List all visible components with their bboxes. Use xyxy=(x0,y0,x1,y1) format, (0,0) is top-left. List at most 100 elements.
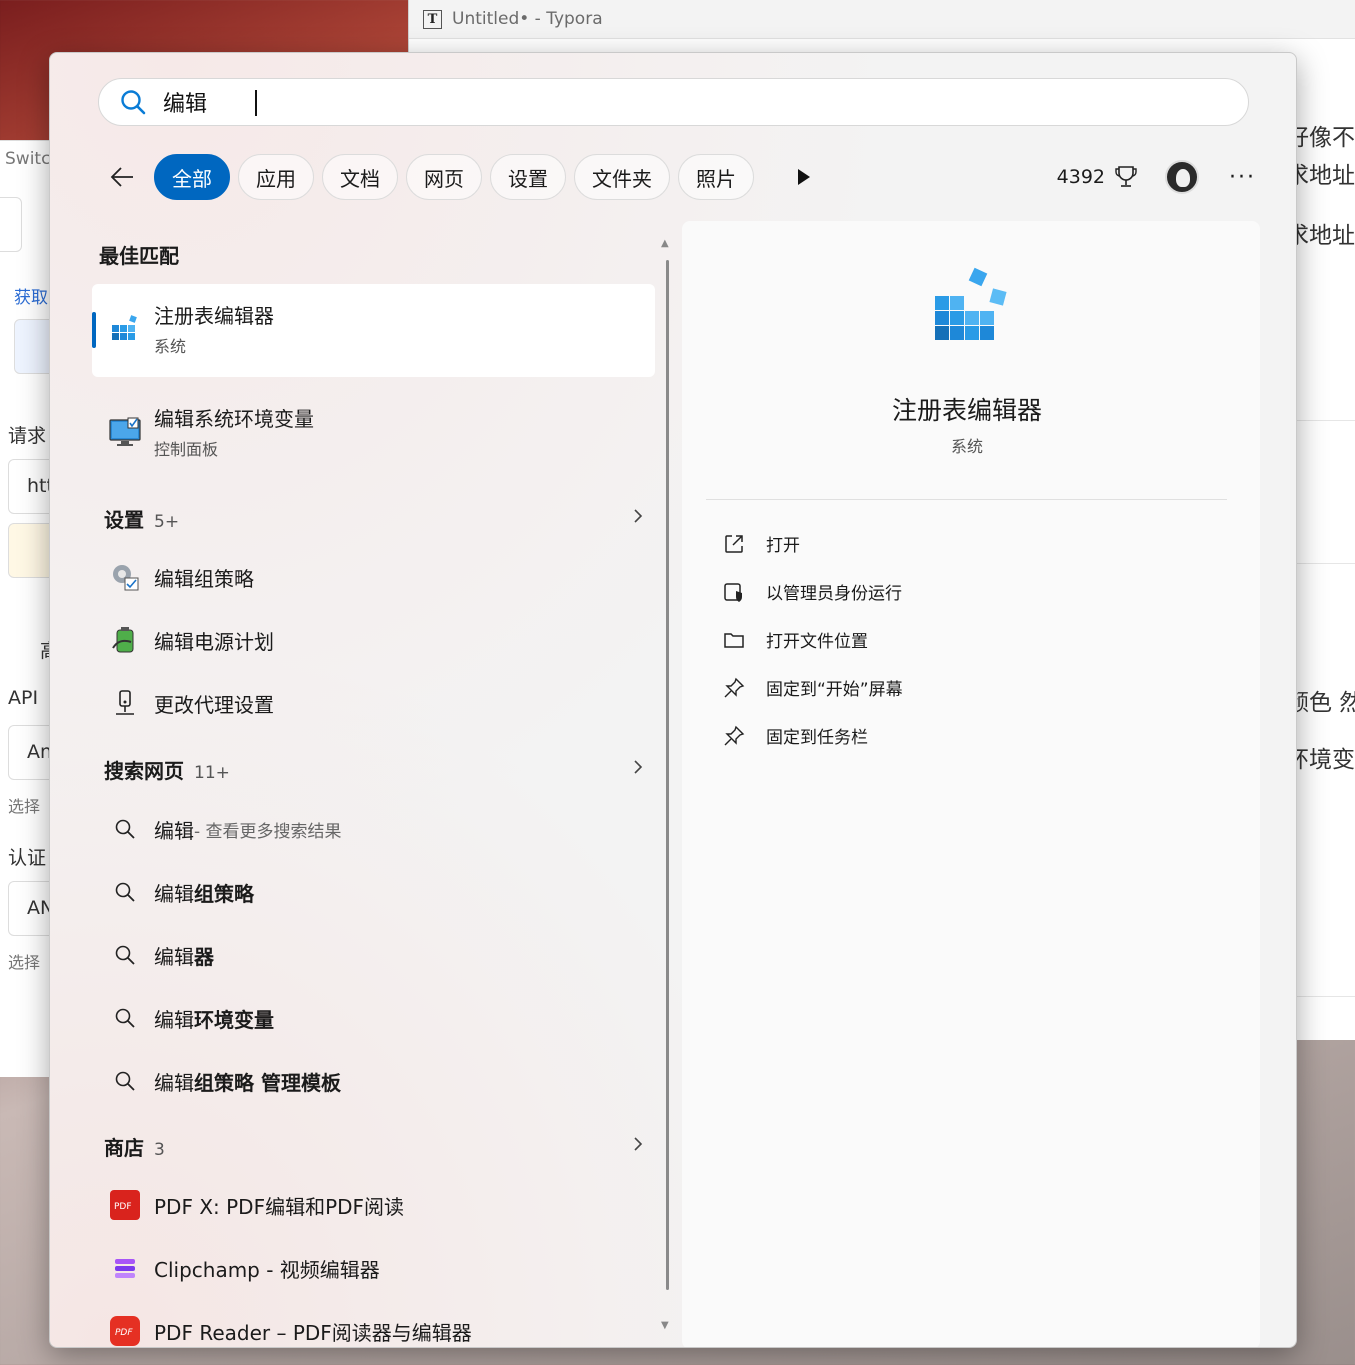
settings-item-proxy[interactable]: 更改代理设置 xyxy=(108,686,274,720)
results-list: ▲ ▼ 最佳匹配 注册表编辑器 系统 编辑系统环境变量 控制面板 设置 5+ 编… xyxy=(50,218,670,1347)
tab-web[interactable]: 网页 xyxy=(406,154,482,200)
results-scrollbar[interactable]: ▲ ▼ xyxy=(661,238,670,1331)
section-settings-title: 设置 xyxy=(104,508,144,532)
action-label: 以管理员身份运行 xyxy=(766,584,902,604)
detail-pane: 注册表编辑器 系统 打开 以管理员身份运行 打开文件位置 固定到“开始”屏幕 固… xyxy=(682,221,1260,1347)
tab-photos[interactable]: 照片 xyxy=(678,154,754,200)
chevron-right-icon[interactable] xyxy=(628,506,648,526)
web-result-item[interactable]: 编辑 组策略 xyxy=(108,875,254,909)
shield-icon xyxy=(722,580,746,604)
search-icon xyxy=(121,90,146,115)
section-settings[interactable]: 设置 5+ xyxy=(104,504,179,533)
action-open[interactable]: 打开 xyxy=(722,531,800,556)
web-result-suggestion: 环境变量 xyxy=(194,1007,274,1032)
web-result-query: 编辑 xyxy=(154,881,194,906)
clipchamp-app-icon xyxy=(108,1251,142,1285)
typora-app-icon: T xyxy=(423,9,442,29)
bg-text-fragment: AN xyxy=(27,897,50,919)
background-app-window: Switc 获取 请求 htt 高 API An 选择 认证 AN 选择 xyxy=(0,140,50,1077)
search-input[interactable] xyxy=(163,89,1063,115)
action-run-as-admin[interactable]: 以管理员身份运行 xyxy=(722,579,902,604)
section-store-title: 商店 xyxy=(104,1136,144,1160)
store-item-pdf-reader[interactable]: PDF PDF Reader – PDF阅读器与编辑器 xyxy=(108,1314,472,1347)
scroll-down-icon[interactable]: ▼ xyxy=(661,1320,669,1331)
search-box[interactable] xyxy=(98,78,1249,126)
trophy-icon[interactable] xyxy=(1113,164,1139,190)
action-label: 打开 xyxy=(766,536,800,556)
web-result-query: 编辑 xyxy=(154,818,194,843)
action-pin-to-start[interactable]: 固定到“开始”屏幕 xyxy=(722,675,903,700)
web-result-item[interactable]: 编辑器 xyxy=(108,938,214,972)
bg-text-fragment: 选择 xyxy=(8,953,41,972)
section-web-title: 搜索网页 xyxy=(104,759,184,783)
web-result-suggestion: 器 xyxy=(194,944,214,969)
tab-settings[interactable]: 设置 xyxy=(490,154,566,200)
header-actions: 4392 ··· xyxy=(1057,153,1256,201)
bg-text-fragment: API xyxy=(8,687,39,709)
section-best-match: 最佳匹配 xyxy=(99,244,179,268)
search-icon xyxy=(108,1001,142,1035)
store-item-pdf-x[interactable]: PDF PDF X: PDF编辑和PDF阅读 xyxy=(108,1188,404,1222)
text-caret xyxy=(255,90,257,116)
typora-window-title: Untitled• - Typora xyxy=(452,9,603,29)
typora-titlebar[interactable]: T Untitled• - Typora xyxy=(409,0,1355,39)
settings-item-power-plan[interactable]: 编辑电源计划 xyxy=(108,623,274,657)
more-options-icon[interactable]: ··· xyxy=(1229,165,1256,190)
action-label: 固定到“开始”屏幕 xyxy=(766,680,903,700)
tab-all[interactable]: 全部 xyxy=(154,154,230,200)
detail-app-name: 注册表编辑器 xyxy=(891,396,1042,425)
registry-editor-icon xyxy=(108,312,142,346)
registry-editor-large-icon xyxy=(935,267,1007,340)
section-web[interactable]: 搜索网页 11+ xyxy=(104,755,230,784)
result-type: 控制面板 xyxy=(154,440,219,459)
user-avatar[interactable] xyxy=(1165,160,1200,194)
tab-folders[interactable]: 文件夹 xyxy=(574,154,670,200)
best-match-content[interactable]: 注册表编辑器 系统 xyxy=(108,300,274,357)
proxy-settings-icon xyxy=(108,686,142,720)
pin-icon xyxy=(722,724,746,748)
bg-hint-box xyxy=(8,523,50,578)
settings-item-group-policy[interactable]: 编辑组策略 xyxy=(108,560,254,594)
action-pin-to-taskbar[interactable]: 固定到任务栏 xyxy=(722,723,868,748)
scroll-up-icon[interactable]: ▲ xyxy=(661,238,669,249)
typora-content-strip: 好像不 求地址 求地址 颜色 然 环境变 xyxy=(1286,88,1355,1040)
settings-item-label: 更改代理设置 xyxy=(154,692,274,717)
chevron-right-icon[interactable] xyxy=(628,1134,648,1154)
bg-link-fragment: 获取 xyxy=(14,288,48,308)
result-item-env-vars[interactable]: 编辑系统环境变量 控制面板 xyxy=(108,403,314,460)
search-icon xyxy=(108,938,142,972)
bg-hint-box xyxy=(14,319,50,374)
search-icon xyxy=(108,1064,142,1098)
pin-icon xyxy=(722,676,746,700)
selection-indicator xyxy=(92,312,96,348)
windows-search-panel: 全部 应用 文档 网页 设置 文件夹 照片 4392 ··· ▲ ▼ xyxy=(49,52,1297,1348)
rewards-points[interactable]: 4392 xyxy=(1057,166,1105,188)
store-item-label: PDF Reader – PDF阅读器与编辑器 xyxy=(154,1320,472,1345)
store-item-clipchamp[interactable]: Clipchamp - 视频编辑器 xyxy=(108,1251,380,1285)
store-item-label: Clipchamp - 视频编辑器 xyxy=(154,1257,380,1282)
bg-text-fragment: 选择 xyxy=(8,797,41,816)
web-result-item[interactable]: 编辑 - 查看更多搜索结果 xyxy=(108,812,342,846)
tab-documents[interactable]: 文档 xyxy=(322,154,398,200)
pdf-reader-app-icon: PDF xyxy=(108,1314,142,1347)
action-label: 打开文件位置 xyxy=(766,632,868,652)
web-result-item[interactable]: 编辑 组策略 管理模板 xyxy=(108,1064,341,1098)
section-web-count: 11+ xyxy=(194,763,230,783)
action-open-file-location[interactable]: 打开文件位置 xyxy=(722,627,868,652)
pdf-x-app-icon: PDF xyxy=(108,1188,142,1222)
bg-text-fragment: 请求 xyxy=(8,425,47,447)
web-result-item[interactable]: 编辑 环境变量 xyxy=(108,1001,274,1035)
store-item-label: PDF X: PDF编辑和PDF阅读 xyxy=(154,1194,405,1219)
scrollbar-thumb[interactable] xyxy=(666,260,669,1290)
back-button[interactable] xyxy=(102,157,142,197)
web-result-query: 编辑 xyxy=(154,1070,194,1095)
tab-apps[interactable]: 应用 xyxy=(238,154,314,200)
power-plan-icon xyxy=(108,623,142,657)
more-filters-button[interactable] xyxy=(784,157,824,197)
web-result-hint: - 查看更多搜索结果 xyxy=(194,821,342,842)
group-policy-icon xyxy=(108,560,142,594)
search-icon xyxy=(108,812,142,846)
bg-text-fragment: 认证 xyxy=(8,847,47,869)
chevron-right-icon[interactable] xyxy=(628,757,648,777)
section-store[interactable]: 商店 3 xyxy=(104,1132,165,1161)
